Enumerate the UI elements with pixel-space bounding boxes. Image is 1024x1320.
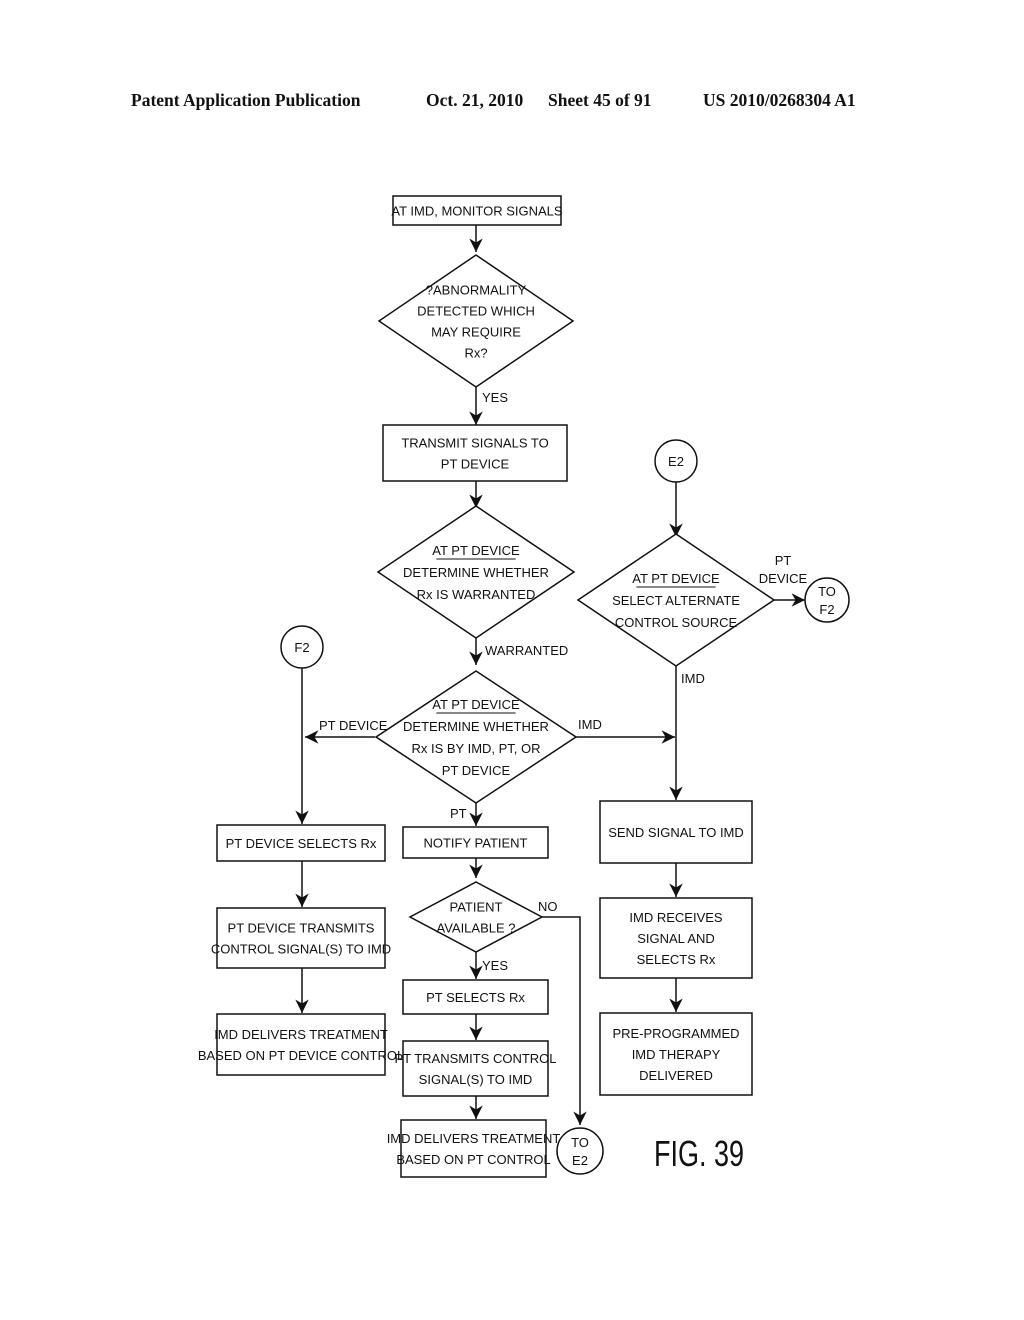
connector-to-f2: TO F2 [804,577,850,623]
process-box [402,1040,549,1097]
node-text: AVAILABLE ? [436,921,515,936]
decision-diamond [374,670,578,804]
decision-diamond [408,881,544,953]
connector-f2-in: F2 [280,625,324,669]
node-text: PT DEVICE [441,457,510,472]
node-text: SELECT ALTERNATE [612,593,740,608]
node-text: IMD DELIVERS TREATMENT [214,1027,388,1042]
node-text: DELIVERED [639,1068,713,1083]
process-box [216,907,386,969]
node-text: IMD RECEIVES [629,910,723,925]
flowchart: AT IMD, MONITOR SIGNALS ?ABNORMALITY DETEC… [198,195,850,1178]
node-text: SIGNAL(S) TO IMD [419,1072,533,1087]
connector-text: F2 [819,602,834,617]
node-imd-delivers-ptdev: IMD DELIVERS TREATMENT BASED ON PT DEVICE… [198,1013,404,1076]
node-preprogrammed: PRE-PROGRAMMED IMD THERAPY DELIVERED [599,1012,753,1096]
node-text: IMD THERAPY [632,1047,721,1062]
node-text: BASED ON PT CONTROL [396,1152,550,1167]
node-text: PT SELECTS Rx [426,990,525,1005]
node-text: ?ABNORMALITY [426,283,527,298]
connector-text: E2 [572,1153,588,1168]
node-text: NOTIFY PATIENT [423,836,527,851]
edge-label-yes: YES [482,390,508,405]
node-text: SEND SIGNAL TO IMD [608,825,744,840]
node-text: BASED ON PT DEVICE CONTROL [198,1048,404,1063]
edge-label-warranted: WARRANTED [485,643,568,658]
node-ptdev-transmits: PT DEVICE TRANSMITS CONTROL SIGNAL(S) TO … [211,907,391,969]
edge-label-pt-alt: PT [775,553,792,568]
node-text: CONTROL SIGNAL(S) TO IMD [211,942,391,957]
node-pt-selects: PT SELECTS Rx [402,979,549,1015]
node-text: DETERMINE WHETHER [403,719,549,734]
node-text: MAY REQUIRE [431,325,521,340]
node-patient-available: PATIENT AVAILABLE ? [408,881,544,953]
edge-label-device-alt: DEVICE [759,571,808,586]
node-send-signal: SEND SIGNAL TO IMD [599,800,753,864]
node-alt-source: AT PT DEVICE SELECT ALTERNATE CONTROL SOUR… [576,533,776,667]
node-imd-delivers-pt: IMD DELIVERS TREATMENT BASED ON PT CONTRO… [387,1119,561,1178]
node-warranted-decision: AT PT DEVICE DETERMINE WHETHER Rx IS WARRA… [376,505,576,639]
edges [295,225,805,1125]
figure-label: FIG. 39 [654,1133,744,1174]
node-monitor: AT IMD, MONITOR SIGNALS [391,195,563,226]
node-text: Rx IS WARRANTED [417,587,536,602]
node-text: PATIENT [450,900,503,915]
node-text: DETECTED WHICH [417,304,535,319]
edge-label-imd-alt: IMD [681,671,705,686]
connector-e2-in: E2 [654,439,698,483]
node-pt-transmits: PT TRANSMITS CONTROL SIGNAL(S) TO IMD [394,1040,557,1097]
node-text: TRANSMIT SIGNALS TO [401,436,548,451]
edge-label-no: NO [538,899,558,914]
node-text: Rx IS BY IMD, PT, OR [411,741,540,756]
node-text: DETERMINE WHETHER [403,565,549,580]
node-who-decision: AT PT DEVICE DETERMINE WHETHER Rx IS BY IM… [374,670,578,804]
node-imd-receives: IMD RECEIVES SIGNAL AND SELECTS Rx [599,897,753,979]
edge-label-pt-device: PT DEVICE [319,718,388,733]
node-title: AT PT DEVICE [432,543,520,558]
node-text: Rx? [464,346,487,361]
process-box [400,1119,547,1178]
process-box [382,424,568,482]
node-text: SIGNAL AND [637,931,715,946]
edge-label-yes-available: YES [482,958,508,973]
node-text: PT DEVICE SELECTS Rx [226,836,377,851]
node-text: CONTROL SOURCE [615,615,738,630]
connector-text: TO [818,584,836,599]
node-ptdev-selects: PT DEVICE SELECTS Rx [216,824,386,862]
connector-to-e2: TO E2 [556,1127,604,1175]
connector-text: E2 [668,454,684,469]
node-text: AT IMD, MONITOR SIGNALS [391,204,563,219]
node-text: PRE-PROGRAMMED [612,1026,739,1041]
edge-label-pt: PT [450,806,467,821]
node-title: AT PT DEVICE [632,571,720,586]
connector-text: F2 [294,640,309,655]
node-text: SELECTS Rx [637,952,716,967]
node-text: IMD DELIVERS TREATMENT [387,1131,561,1146]
node-text: PT DEVICE [442,763,511,778]
node-text: PT TRANSMITS CONTROL [394,1051,556,1066]
node-abnormality: ?ABNORMALITY DETECTED WHICH MAY REQUIRE Rx? [377,254,575,388]
node-notify: NOTIFY PATIENT [402,826,549,859]
node-transmit: TRANSMIT SIGNALS TO PT DEVICE [382,424,568,482]
process-box [216,1013,386,1076]
edge-label-imd: IMD [578,717,602,732]
node-title: AT PT DEVICE [432,697,520,712]
decision-diamond [377,254,575,388]
connector-text: TO [571,1135,589,1150]
node-text: PT DEVICE TRANSMITS [228,921,375,936]
